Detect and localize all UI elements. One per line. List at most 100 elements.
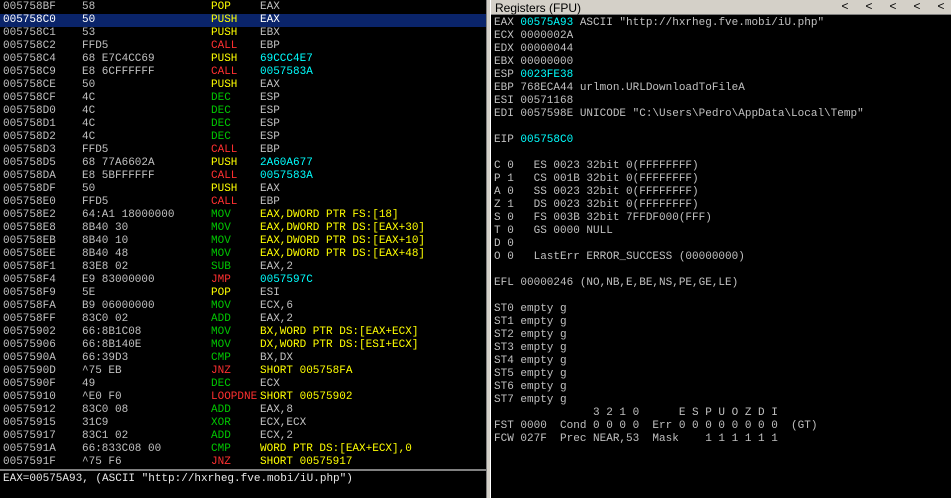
fpu-flags-header: 3 2 1 0 E S P U O Z D I	[494, 407, 778, 419]
disasm-row[interactable]: 005758BF 58 POP EAX	[0, 1, 486, 14]
disasm-row[interactable]: 00575915 31C9 XOR ECX,ECX	[0, 417, 486, 430]
disasm-row[interactable]: 005758FA B9 06000000 MOV ECX,6	[0, 300, 486, 313]
disasm-row[interactable]: 005758EE 8B40 48 MOV EAX,DWORD PTR DS:[EAX+…	[0, 248, 486, 261]
disasm-operands: EAX	[260, 14, 280, 26]
disasm-address: 0057590F	[3, 378, 56, 390]
disasm-row[interactable]: 005758D2 4C DEC ESP	[0, 131, 486, 144]
registers-pane[interactable]: Registers (FPU) < < < < < EAX 00575A93 A…	[491, 0, 951, 498]
disasm-row[interactable]: 0057590A 66:39D3 CMP BX,DX	[0, 352, 486, 365]
disasm-address: 005758CF	[3, 92, 56, 104]
flag-row[interactable]: A 0 SS 0023 32bit 0(FFFFFFFF)	[494, 186, 699, 199]
disasm-row[interactable]: 00575912 83C0 08 ADD EAX,8	[0, 404, 486, 417]
flag-row[interactable]: C 0 ES 0023 32bit 0(FFFFFFFF)	[494, 160, 699, 173]
disasm-hex: 58	[82, 1, 96, 13]
disasm-hex: B9 06000000	[82, 300, 155, 312]
disasm-row[interactable]: 005758E0 FFD5 CALL EBP	[0, 196, 486, 209]
disasm-row[interactable]: 0057591F ^75 F6 JNZ SHORT 00575917	[0, 456, 486, 468]
disasm-row[interactable]: 005758C2 FFD5 CALL EBP	[0, 40, 486, 53]
fpu-register-row[interactable]: ST6 empty g	[494, 381, 567, 394]
disassembly-pane[interactable]: 005758BF 58 POP EAX 005758C0 50 PUSH EAX 005758C…	[0, 0, 486, 468]
registers-title: Registers (FPU)	[495, 1, 582, 15]
register-ecx[interactable]: ECX 0000002A	[494, 30, 573, 43]
flag-row[interactable]: O 0 LastErr ERROR_SUCCESS (00000000)	[494, 251, 745, 264]
disasm-mnemonic: MOV	[211, 209, 231, 221]
header-button-1[interactable]: <	[838, 0, 852, 14]
disasm-row[interactable]: 005758C9 E8 6CFFFFFF CALL 0057583A	[0, 66, 486, 79]
flag-row[interactable]: D 0	[494, 238, 514, 251]
disasm-row[interactable]: 005758E8 8B40 30 MOV EAX,DWORD PTR DS:[EAX+…	[0, 222, 486, 235]
flag-row[interactable]: P 1 CS 001B 32bit 0(FFFFFFFF)	[494, 173, 699, 186]
register-ebp[interactable]: EBP 768ECA44 urlmon.URLDownloadToFileA	[494, 82, 745, 95]
disasm-row[interactable]: 005758C1 53 PUSH EBX	[0, 27, 486, 40]
disasm-row[interactable]: 0057591A 66:833C08 00 CMP WORD PTR DS:[EAX+…	[0, 443, 486, 456]
disasm-row[interactable]: 005758D5 68 77A6602A PUSH 2A60A677	[0, 157, 486, 170]
disasm-operands: 69CCC4E7	[260, 53, 313, 65]
disasm-row[interactable]: 005758EB 8B40 10 MOV EAX,DWORD PTR DS:[EAX+…	[0, 235, 486, 248]
disasm-operands: SHORT 005758FA	[260, 365, 353, 377]
register-edi[interactable]: EDI 0057598E UNICODE "C:\Users\Pedro\App…	[494, 108, 864, 121]
disasm-mnemonic: PUSH	[211, 157, 238, 169]
disasm-row[interactable]: 005758D1 4C DEC ESP	[0, 118, 486, 131]
flag-row[interactable]: Z 1 DS 0023 32bit 0(FFFFFFFF)	[494, 199, 699, 212]
register-esi[interactable]: ESI 00571168	[494, 95, 573, 108]
disasm-row[interactable]: 005758FF 83C0 02 ADD EAX,2	[0, 313, 486, 326]
disasm-mnemonic: LOOPDNE	[211, 391, 258, 403]
header-button-3[interactable]: <	[886, 0, 900, 14]
disasm-row[interactable]: 005758C0 50 PUSH EAX	[0, 14, 486, 27]
disasm-row[interactable]: 0057590F 49 DEC ECX	[0, 378, 486, 391]
disasm-hex: E8 6CFFFFFF	[82, 66, 155, 78]
disasm-address: 005758BF	[3, 1, 56, 13]
disasm-operands: EAX,DWORD PTR DS:[EAX+48]	[260, 248, 426, 260]
disasm-address: 005758C0	[3, 14, 56, 26]
disasm-address: 005758C1	[3, 27, 56, 39]
fpu-register-row[interactable]: ST5 empty g	[494, 368, 567, 381]
fpu-register-row[interactable]: ST7 empty g	[494, 394, 567, 407]
register-efl[interactable]: EFL 00000246 (NO,NB,E,BE,NS,PE,GE,LE)	[494, 277, 738, 290]
fpu-control-word[interactable]: FCW 027F Prec NEAR,53 Mask 1 1 1 1 1 1	[494, 433, 778, 446]
disasm-row[interactable]: 005758CE 50 PUSH EAX	[0, 79, 486, 92]
header-button-5[interactable]: <	[934, 0, 948, 14]
disasm-row[interactable]: 005758D0 4C DEC ESP	[0, 105, 486, 118]
disasm-row[interactable]: 00575906 66:8B140E MOV DX,WORD PTR DS:[ESI+…	[0, 339, 486, 352]
register-eip[interactable]: EIP 005758C0	[494, 134, 573, 147]
register-esp[interactable]: ESP 0023FE38	[494, 69, 573, 82]
disasm-row[interactable]: 005758C4 68 E7C4CC69 PUSH 69CCC4E7	[0, 53, 486, 66]
flag-row[interactable]: S 0 FS 003B 32bit 7FFDF000(FFF)	[494, 212, 712, 225]
header-button-2[interactable]: <	[862, 0, 876, 14]
disasm-row[interactable]: 005758CF 4C DEC ESP	[0, 92, 486, 105]
disasm-row[interactable]: 005758DF 50 PUSH EAX	[0, 183, 486, 196]
disasm-row[interactable]: 0057590D ^75 EB JNZ SHORT 005758FA	[0, 365, 486, 378]
disasm-row[interactable]: 005758DA E8 5BFFFFFF CALL 0057583A	[0, 170, 486, 183]
disasm-row[interactable]: 00575910 ^E0 F0 LOOPDNE SHORT 00575902	[0, 391, 486, 404]
fpu-register-row[interactable]: ST4 empty g	[494, 355, 567, 368]
disasm-operands: EBX	[260, 27, 280, 39]
disasm-row[interactable]: 00575902 66:8B1C08 MOV BX,WORD PTR DS:[EAX+…	[0, 326, 486, 339]
disasm-operands: ECX,ECX	[260, 417, 307, 429]
fpu-register-row[interactable]: ST2 empty g	[494, 329, 567, 342]
header-button-4[interactable]: <	[910, 0, 924, 14]
register-edx[interactable]: EDX 00000044	[494, 43, 573, 56]
register-eax[interactable]: EAX 00575A93 ASCII "http://hxrheg.fve.mo…	[494, 17, 824, 30]
disasm-hex: E9 83000000	[82, 274, 155, 286]
disasm-row[interactable]: 005758F9 5E POP ESI	[0, 287, 486, 300]
register-name: EAX	[494, 17, 521, 29]
fpu-register-row[interactable]: ST1 empty g	[494, 316, 567, 329]
disasm-address: 005758E2	[3, 209, 56, 221]
disasm-mnemonic: MOV	[211, 235, 231, 247]
disasm-row[interactable]: 005758E2 64:A1 18000000 MOV EAX,DWORD PTR F…	[0, 209, 486, 222]
disasm-row[interactable]: 005758D3 FFD5 CALL EBP	[0, 144, 486, 157]
fpu-register-row[interactable]: ST0 empty g	[494, 303, 567, 316]
disasm-hex: FFD5	[82, 144, 109, 156]
disasm-address: 005758DA	[3, 170, 56, 182]
flag-row[interactable]: T 0 GS 0000 NULL	[494, 225, 613, 238]
disasm-hex: E8 5BFFFFFF	[82, 170, 155, 182]
fpu-status-word[interactable]: FST 0000 Cond 0 0 0 0 Err 0 0 0 0 0 0 0 …	[494, 420, 817, 433]
disasm-hex: ^E0 F0	[82, 391, 122, 403]
disasm-row[interactable]: 005758F4 E9 83000000 JMP 0057597C	[0, 274, 486, 287]
register-comment: ASCII "http://hxrheg.fve.mobi/iU.php"	[573, 17, 825, 29]
fpu-register-row[interactable]: ST3 empty g	[494, 342, 567, 355]
disasm-row[interactable]: 005758F1 83E8 02 SUB EAX,2	[0, 261, 486, 274]
register-ebx[interactable]: EBX 00000000	[494, 56, 573, 69]
disasm-row[interactable]: 00575917 83C1 02 ADD ECX,2	[0, 430, 486, 443]
disasm-operands: EBP	[260, 144, 280, 156]
